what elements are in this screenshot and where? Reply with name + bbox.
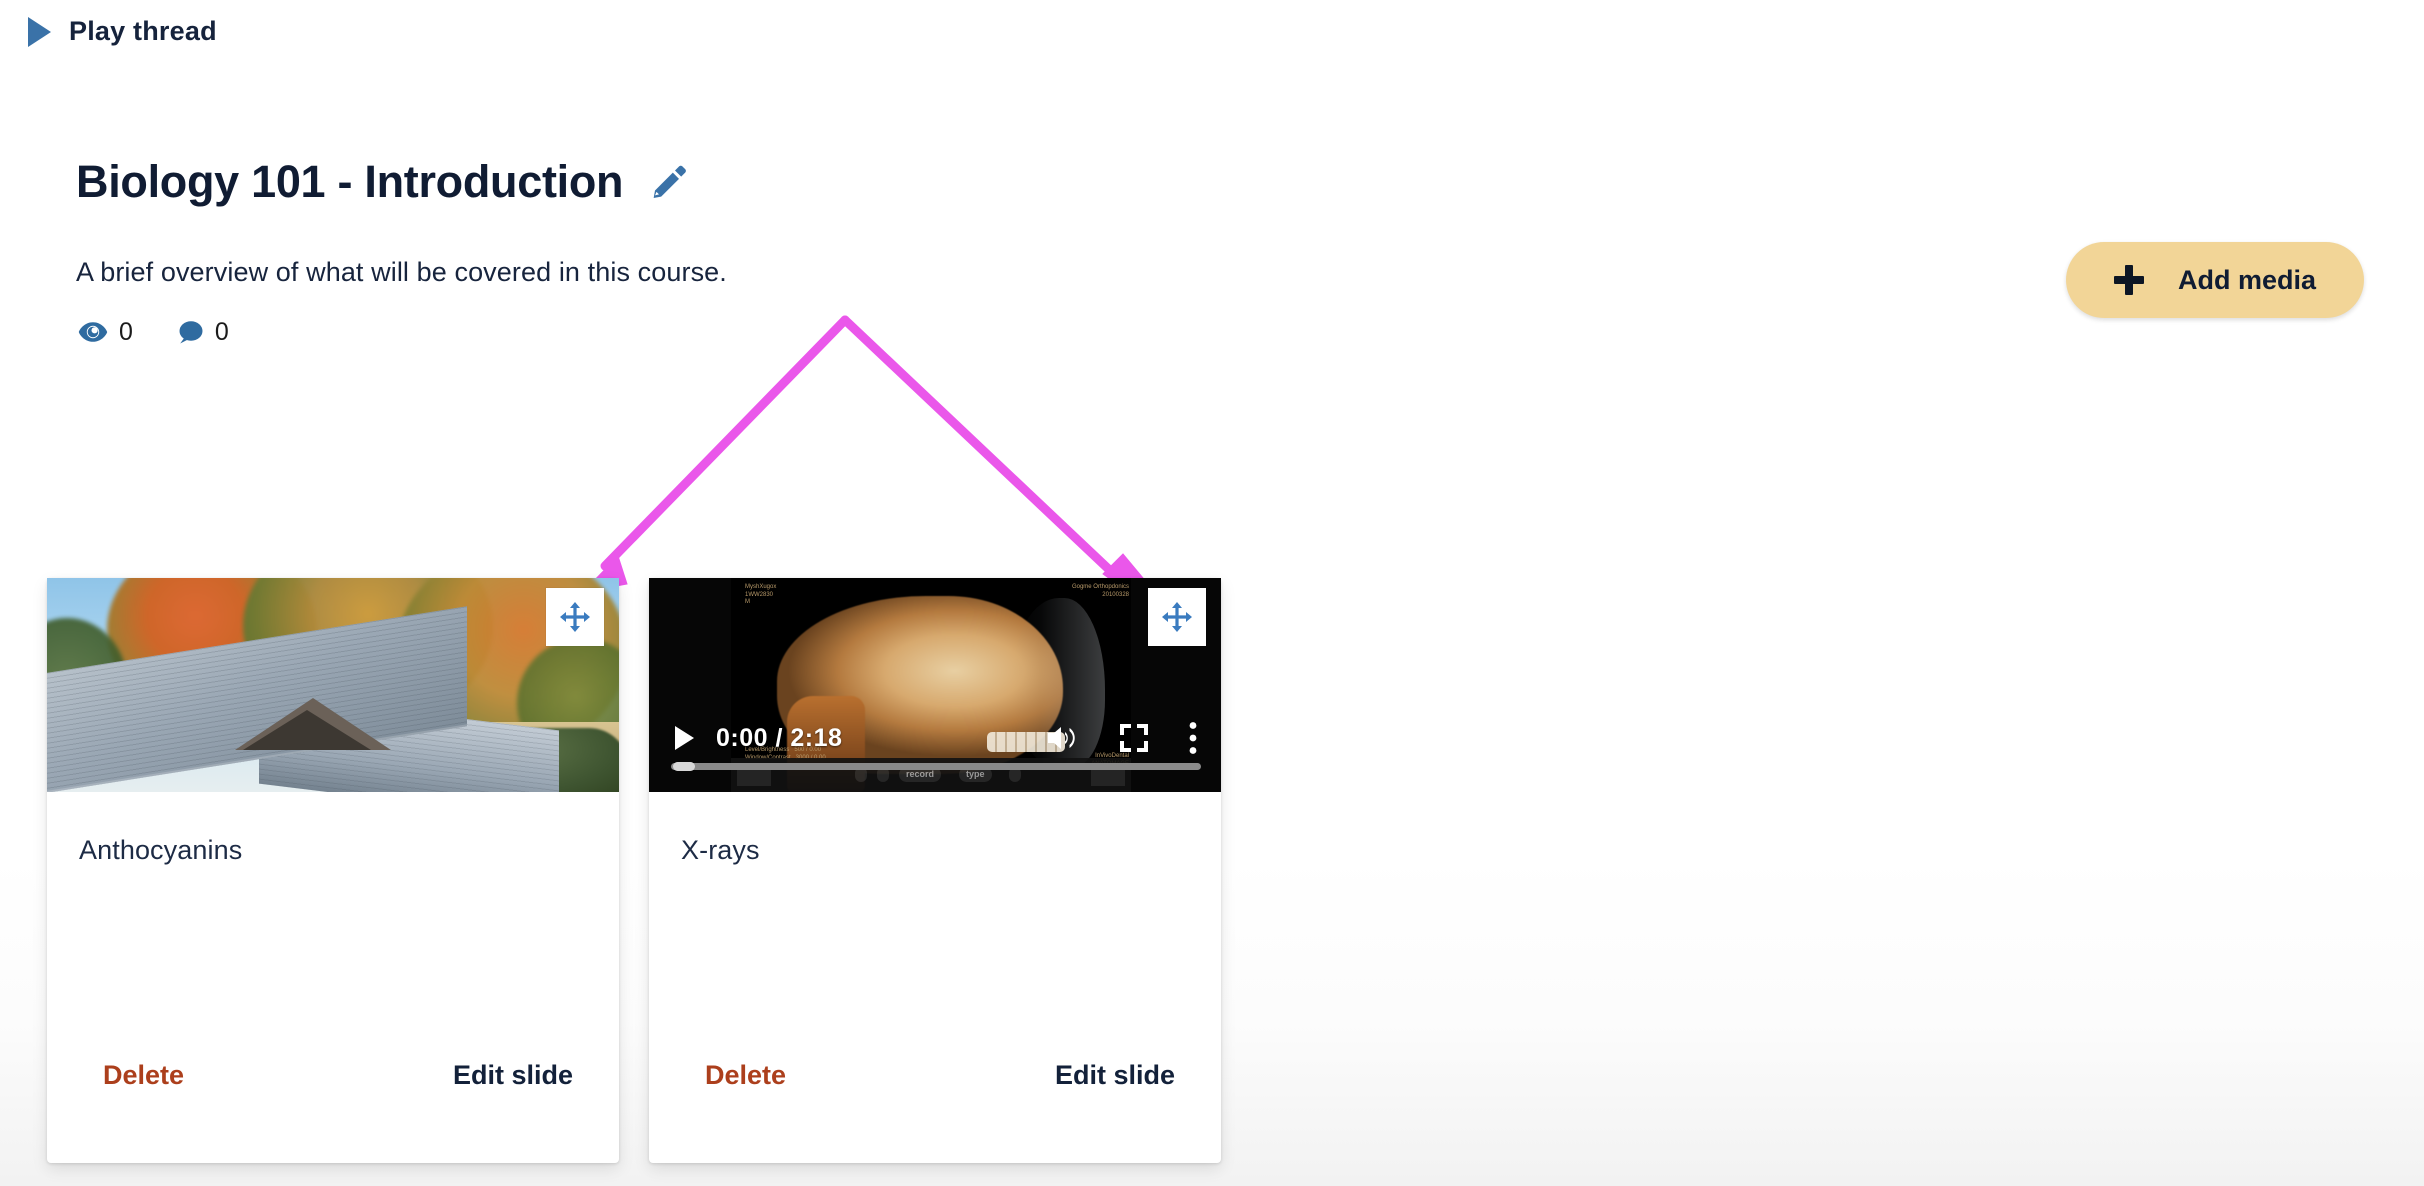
- volume-high-icon[interactable]: [1045, 723, 1079, 753]
- slide-body: X-rays Delete Edit slide: [649, 792, 1221, 1163]
- delete-slide-button[interactable]: Delete: [705, 1060, 786, 1091]
- slide-drag-handle[interactable]: [546, 588, 604, 646]
- views-count: 0: [119, 317, 133, 346]
- comments-stat: 0: [177, 318, 229, 347]
- edit-slide-button[interactable]: Edit slide: [1055, 1060, 1175, 1091]
- slides-list: Anthocyanins Delete Edit slide MyshXugox…: [47, 578, 1221, 1163]
- ct-scan-video-thumbnail: MyshXugox 1WW2830 M Gogme Orthopdonics 2…: [649, 578, 1221, 792]
- plus-icon: [2113, 265, 2144, 295]
- annotation-arrow-right: [840, 315, 1144, 601]
- video-overlay-top-left: MyshXugox 1WW2830 M: [745, 584, 777, 605]
- thread-stats: 0 0: [78, 318, 727, 347]
- thread-header: Biology 101 - Introduction A brief overv…: [76, 128, 727, 347]
- eye-icon: [78, 322, 108, 343]
- slide-title: X-rays: [681, 835, 760, 865]
- comment-bubble-icon: [179, 321, 203, 344]
- autumn-photo-thumbnail: [47, 578, 619, 792]
- slide-title: Anthocyanins: [79, 835, 243, 865]
- move-arrows-icon: [560, 602, 590, 632]
- slide-card: Anthocyanins Delete Edit slide: [47, 578, 619, 1163]
- video-overlay-top-right: Gogme Orthopdonics 20100328: [1071, 584, 1129, 598]
- annotation-arrow-left: [585, 315, 850, 590]
- slide-media-image[interactable]: [47, 578, 619, 792]
- delete-slide-button[interactable]: Delete: [103, 1060, 184, 1091]
- edit-slide-button[interactable]: Edit slide: [453, 1060, 573, 1091]
- fullscreen-icon[interactable]: [1119, 723, 1149, 753]
- pencil-icon[interactable]: [649, 162, 689, 202]
- add-media-button[interactable]: Add media: [2065, 242, 2364, 318]
- slide-media-video[interactable]: MyshXugox 1WW2830 M Gogme Orthopdonics 2…: [649, 578, 1221, 792]
- video-progress-knob[interactable]: [673, 762, 695, 771]
- page-subtitle: A brief overview of what will be covered…: [76, 256, 727, 287]
- play-thread-label: Play thread: [69, 16, 217, 46]
- slide-body: Anthocyanins Delete Edit slide: [47, 792, 619, 1163]
- video-play-button[interactable]: [675, 726, 694, 750]
- title-row: Biology 101 - Introduction: [76, 128, 727, 237]
- more-vertical-icon[interactable]: [1187, 721, 1199, 755]
- add-media-label: Add media: [2177, 264, 2316, 295]
- views-stat: 0: [78, 318, 133, 347]
- page-title: Biology 101 - Introduction: [76, 156, 624, 208]
- slide-drag-handle[interactable]: [1148, 588, 1206, 646]
- move-arrows-icon: [1162, 602, 1192, 632]
- comments-count: 0: [214, 317, 229, 346]
- slide-actions: Delete Edit slide: [681, 1060, 1189, 1091]
- play-thread-button[interactable]: Play thread: [28, 16, 217, 47]
- video-progress-bar[interactable]: [671, 762, 1201, 771]
- play-triangle-icon: [28, 16, 51, 47]
- slide-actions: Delete Edit slide: [79, 1060, 587, 1091]
- slide-card: MyshXugox 1WW2830 M Gogme Orthopdonics 2…: [649, 578, 1221, 1163]
